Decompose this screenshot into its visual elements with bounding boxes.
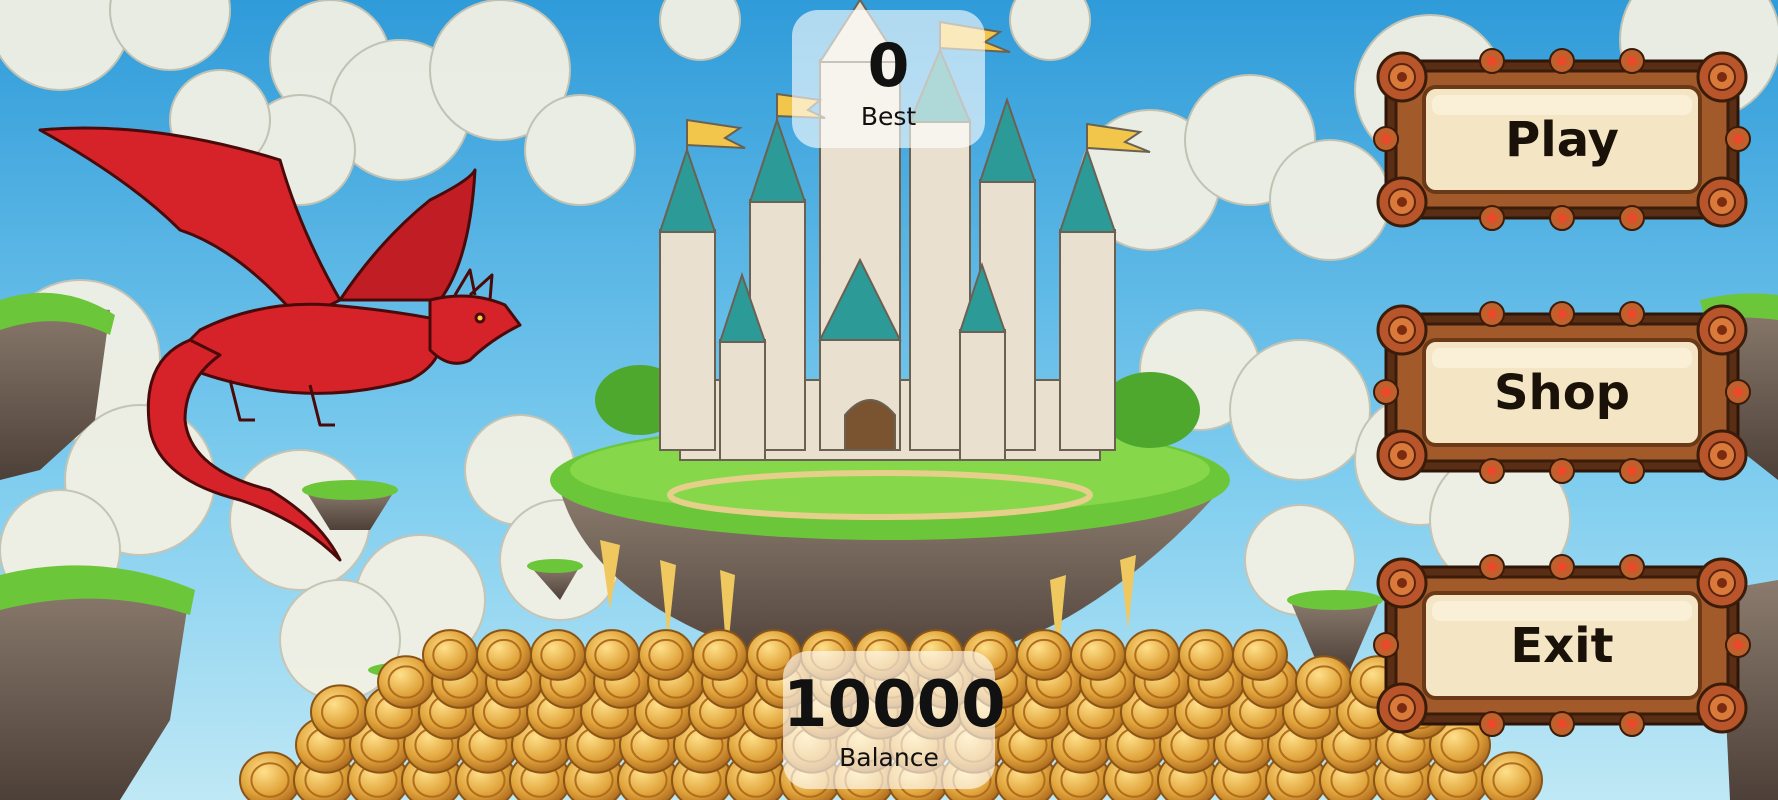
- coin: [1481, 751, 1543, 800]
- coin: [1232, 629, 1288, 681]
- coin: [1295, 655, 1353, 709]
- coin: [422, 629, 478, 681]
- exit-button-label: Exit: [1510, 617, 1614, 674]
- coin: [310, 684, 370, 740]
- best-score-panel: 0 Best: [792, 10, 985, 148]
- coin: [1178, 629, 1234, 681]
- shop-button[interactable]: Shop: [1372, 300, 1752, 485]
- exit-button[interactable]: Exit: [1372, 553, 1752, 738]
- coin: [1016, 629, 1072, 681]
- best-score-value: 0: [867, 31, 910, 101]
- coin: [530, 629, 586, 681]
- shop-button-label: Shop: [1493, 364, 1631, 421]
- coin: [1124, 629, 1180, 681]
- balance-panel: 10000 Balance: [783, 651, 1006, 789]
- balance-value: 10000: [783, 668, 1006, 742]
- coin: [476, 629, 532, 681]
- play-button[interactable]: Play: [1372, 47, 1752, 232]
- coin: [692, 629, 748, 681]
- balance-label: Balance: [839, 743, 939, 772]
- play-button-label: Play: [1505, 111, 1619, 168]
- coin: [1070, 629, 1126, 681]
- coin: [239, 751, 301, 800]
- best-score-label: Best: [860, 102, 917, 131]
- coin: [584, 629, 640, 681]
- coin: [638, 629, 694, 681]
